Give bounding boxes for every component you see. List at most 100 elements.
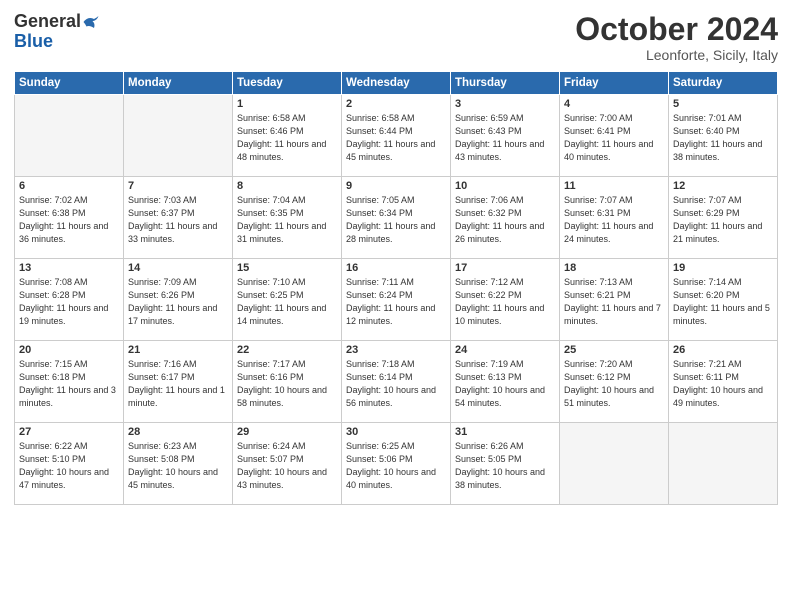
calendar-header-tuesday: Tuesday: [233, 72, 342, 95]
calendar-cell: 28 Sunrise: 6:23 AM Sunset: 5:08 PM Dayli…: [124, 423, 233, 505]
cell-details: Sunrise: 6:59 AM Sunset: 6:43 PM Dayligh…: [455, 112, 555, 164]
cell-details: Sunrise: 7:10 AM Sunset: 6:25 PM Dayligh…: [237, 276, 337, 328]
logo-general-text: General: [14, 12, 81, 32]
day-number: 17: [455, 262, 555, 274]
calendar-cell: 29 Sunrise: 6:24 AM Sunset: 5:07 PM Dayli…: [233, 423, 342, 505]
calendar-cell: [669, 423, 778, 505]
day-number: 9: [346, 180, 446, 192]
day-number: 16: [346, 262, 446, 274]
cell-details: Sunrise: 7:06 AM Sunset: 6:32 PM Dayligh…: [455, 194, 555, 246]
day-number: 4: [564, 98, 664, 110]
cell-details: Sunrise: 7:13 AM Sunset: 6:21 PM Dayligh…: [564, 276, 664, 328]
cell-details: Sunrise: 6:22 AM Sunset: 5:10 PM Dayligh…: [19, 440, 119, 492]
cell-details: Sunrise: 7:15 AM Sunset: 6:18 PM Dayligh…: [19, 358, 119, 410]
day-number: 19: [673, 262, 773, 274]
day-number: 5: [673, 98, 773, 110]
calendar-header-thursday: Thursday: [451, 72, 560, 95]
calendar-cell: 14 Sunrise: 7:09 AM Sunset: 6:26 PM Dayli…: [124, 259, 233, 341]
day-number: 22: [237, 344, 337, 356]
day-number: 30: [346, 426, 446, 438]
calendar-cell: 26 Sunrise: 7:21 AM Sunset: 6:11 PM Dayli…: [669, 341, 778, 423]
cell-details: Sunrise: 6:24 AM Sunset: 5:07 PM Dayligh…: [237, 440, 337, 492]
cell-details: Sunrise: 7:05 AM Sunset: 6:34 PM Dayligh…: [346, 194, 446, 246]
calendar-cell: 18 Sunrise: 7:13 AM Sunset: 6:21 PM Dayli…: [560, 259, 669, 341]
calendar-cell: 17Sunrise: 7:12 AM Sunset: 6:22 PM Dayli…: [451, 259, 560, 341]
logo: General Blue: [14, 12, 100, 52]
day-number: 28: [128, 426, 228, 438]
calendar-cell: 10 Sunrise: 7:06 AM Sunset: 6:32 PM Dayli…: [451, 177, 560, 259]
calendar-cell: [15, 95, 124, 177]
day-number: 6: [19, 180, 119, 192]
cell-details: Sunrise: 7:20 AM Sunset: 6:12 PM Dayligh…: [564, 358, 664, 410]
logo-bird-icon: [82, 13, 100, 31]
calendar-week-row: 1 Sunrise: 6:58 AM Sunset: 6:46 PM Daylig…: [15, 95, 778, 177]
calendar-cell: 20 Sunrise: 7:15 AM Sunset: 6:18 PM Dayli…: [15, 341, 124, 423]
calendar-week-row: 13 Sunrise: 7:08 AM Sunset: 6:28 PM Dayli…: [15, 259, 778, 341]
calendar-week-row: 20 Sunrise: 7:15 AM Sunset: 6:18 PM Dayli…: [15, 341, 778, 423]
calendar-cell: 2 Sunrise: 6:58 AM Sunset: 6:44 PM Daylig…: [342, 95, 451, 177]
day-number: 21: [128, 344, 228, 356]
cell-details: Sunrise: 7:19 AM Sunset: 6:13 PM Dayligh…: [455, 358, 555, 410]
cell-details: Sunrise: 7:02 AM Sunset: 6:38 PM Dayligh…: [19, 194, 119, 246]
calendar-header-monday: Monday: [124, 72, 233, 95]
day-number: 12: [673, 180, 773, 192]
day-number: 18: [564, 262, 664, 274]
cell-details: Sunrise: 7:11 AM Sunset: 6:24 PM Dayligh…: [346, 276, 446, 328]
day-number: 7: [128, 180, 228, 192]
day-number: 25: [564, 344, 664, 356]
page: General Blue October 2024 Leonforte, Sic…: [0, 0, 792, 612]
logo-blue-text: Blue: [14, 32, 100, 52]
day-number: 8: [237, 180, 337, 192]
day-number: 29: [237, 426, 337, 438]
cell-details: Sunrise: 6:23 AM Sunset: 5:08 PM Dayligh…: [128, 440, 228, 492]
calendar-cell: [560, 423, 669, 505]
day-number: 10: [455, 180, 555, 192]
cell-details: Sunrise: 6:58 AM Sunset: 6:44 PM Dayligh…: [346, 112, 446, 164]
cell-details: Sunrise: 6:25 AM Sunset: 5:06 PM Dayligh…: [346, 440, 446, 492]
calendar-header-row: SundayMondayTuesdayWednesdayThursdayFrid…: [15, 72, 778, 95]
calendar-cell: 16 Sunrise: 7:11 AM Sunset: 6:24 PM Dayli…: [342, 259, 451, 341]
cell-details: Sunrise: 7:17 AM Sunset: 6:16 PM Dayligh…: [237, 358, 337, 410]
calendar-cell: 27 Sunrise: 6:22 AM Sunset: 5:10 PM Dayli…: [15, 423, 124, 505]
calendar-header-sunday: Sunday: [15, 72, 124, 95]
calendar-cell: 30 Sunrise: 6:25 AM Sunset: 5:06 PM Dayli…: [342, 423, 451, 505]
cell-details: Sunrise: 7:09 AM Sunset: 6:26 PM Dayligh…: [128, 276, 228, 328]
day-number: 26: [673, 344, 773, 356]
calendar-week-row: 6 Sunrise: 7:02 AM Sunset: 6:38 PM Daylig…: [15, 177, 778, 259]
calendar-cell: 3Sunrise: 6:59 AM Sunset: 6:43 PM Daylig…: [451, 95, 560, 177]
cell-details: Sunrise: 6:58 AM Sunset: 6:46 PM Dayligh…: [237, 112, 337, 164]
day-number: 31: [455, 426, 555, 438]
calendar-cell: 7 Sunrise: 7:03 AM Sunset: 6:37 PM Daylig…: [124, 177, 233, 259]
day-number: 2: [346, 98, 446, 110]
calendar-cell: 5 Sunrise: 7:01 AM Sunset: 6:40 PM Daylig…: [669, 95, 778, 177]
title-block: October 2024 Leonforte, Sicily, Italy: [575, 12, 778, 63]
calendar-cell: [124, 95, 233, 177]
cell-details: Sunrise: 7:18 AM Sunset: 6:14 PM Dayligh…: [346, 358, 446, 410]
cell-details: Sunrise: 7:04 AM Sunset: 6:35 PM Dayligh…: [237, 194, 337, 246]
location: Leonforte, Sicily, Italy: [575, 47, 778, 63]
calendar-cell: 19Sunrise: 7:14 AM Sunset: 6:20 PM Dayli…: [669, 259, 778, 341]
calendar-header-wednesday: Wednesday: [342, 72, 451, 95]
cell-details: Sunrise: 7:00 AM Sunset: 6:41 PM Dayligh…: [564, 112, 664, 164]
day-number: 20: [19, 344, 119, 356]
calendar-cell: 22 Sunrise: 7:17 AM Sunset: 6:16 PM Dayli…: [233, 341, 342, 423]
cell-details: Sunrise: 7:07 AM Sunset: 6:31 PM Dayligh…: [564, 194, 664, 246]
day-number: 1: [237, 98, 337, 110]
calendar: SundayMondayTuesdayWednesdayThursdayFrid…: [14, 71, 778, 505]
calendar-cell: 21 Sunrise: 7:16 AM Sunset: 6:17 PM Dayli…: [124, 341, 233, 423]
cell-details: Sunrise: 7:08 AM Sunset: 6:28 PM Dayligh…: [19, 276, 119, 328]
day-number: 24: [455, 344, 555, 356]
day-number: 13: [19, 262, 119, 274]
cell-details: Sunrise: 7:01 AM Sunset: 6:40 PM Dayligh…: [673, 112, 773, 164]
calendar-cell: 25 Sunrise: 7:20 AM Sunset: 6:12 PM Dayli…: [560, 341, 669, 423]
cell-details: Sunrise: 7:16 AM Sunset: 6:17 PM Dayligh…: [128, 358, 228, 410]
cell-details: Sunrise: 7:21 AM Sunset: 6:11 PM Dayligh…: [673, 358, 773, 410]
calendar-cell: 4 Sunrise: 7:00 AM Sunset: 6:41 PM Daylig…: [560, 95, 669, 177]
calendar-cell: 13 Sunrise: 7:08 AM Sunset: 6:28 PM Dayli…: [15, 259, 124, 341]
day-number: 27: [19, 426, 119, 438]
calendar-header-saturday: Saturday: [669, 72, 778, 95]
day-number: 14: [128, 262, 228, 274]
day-number: 23: [346, 344, 446, 356]
cell-details: Sunrise: 7:03 AM Sunset: 6:37 PM Dayligh…: [128, 194, 228, 246]
calendar-header-friday: Friday: [560, 72, 669, 95]
